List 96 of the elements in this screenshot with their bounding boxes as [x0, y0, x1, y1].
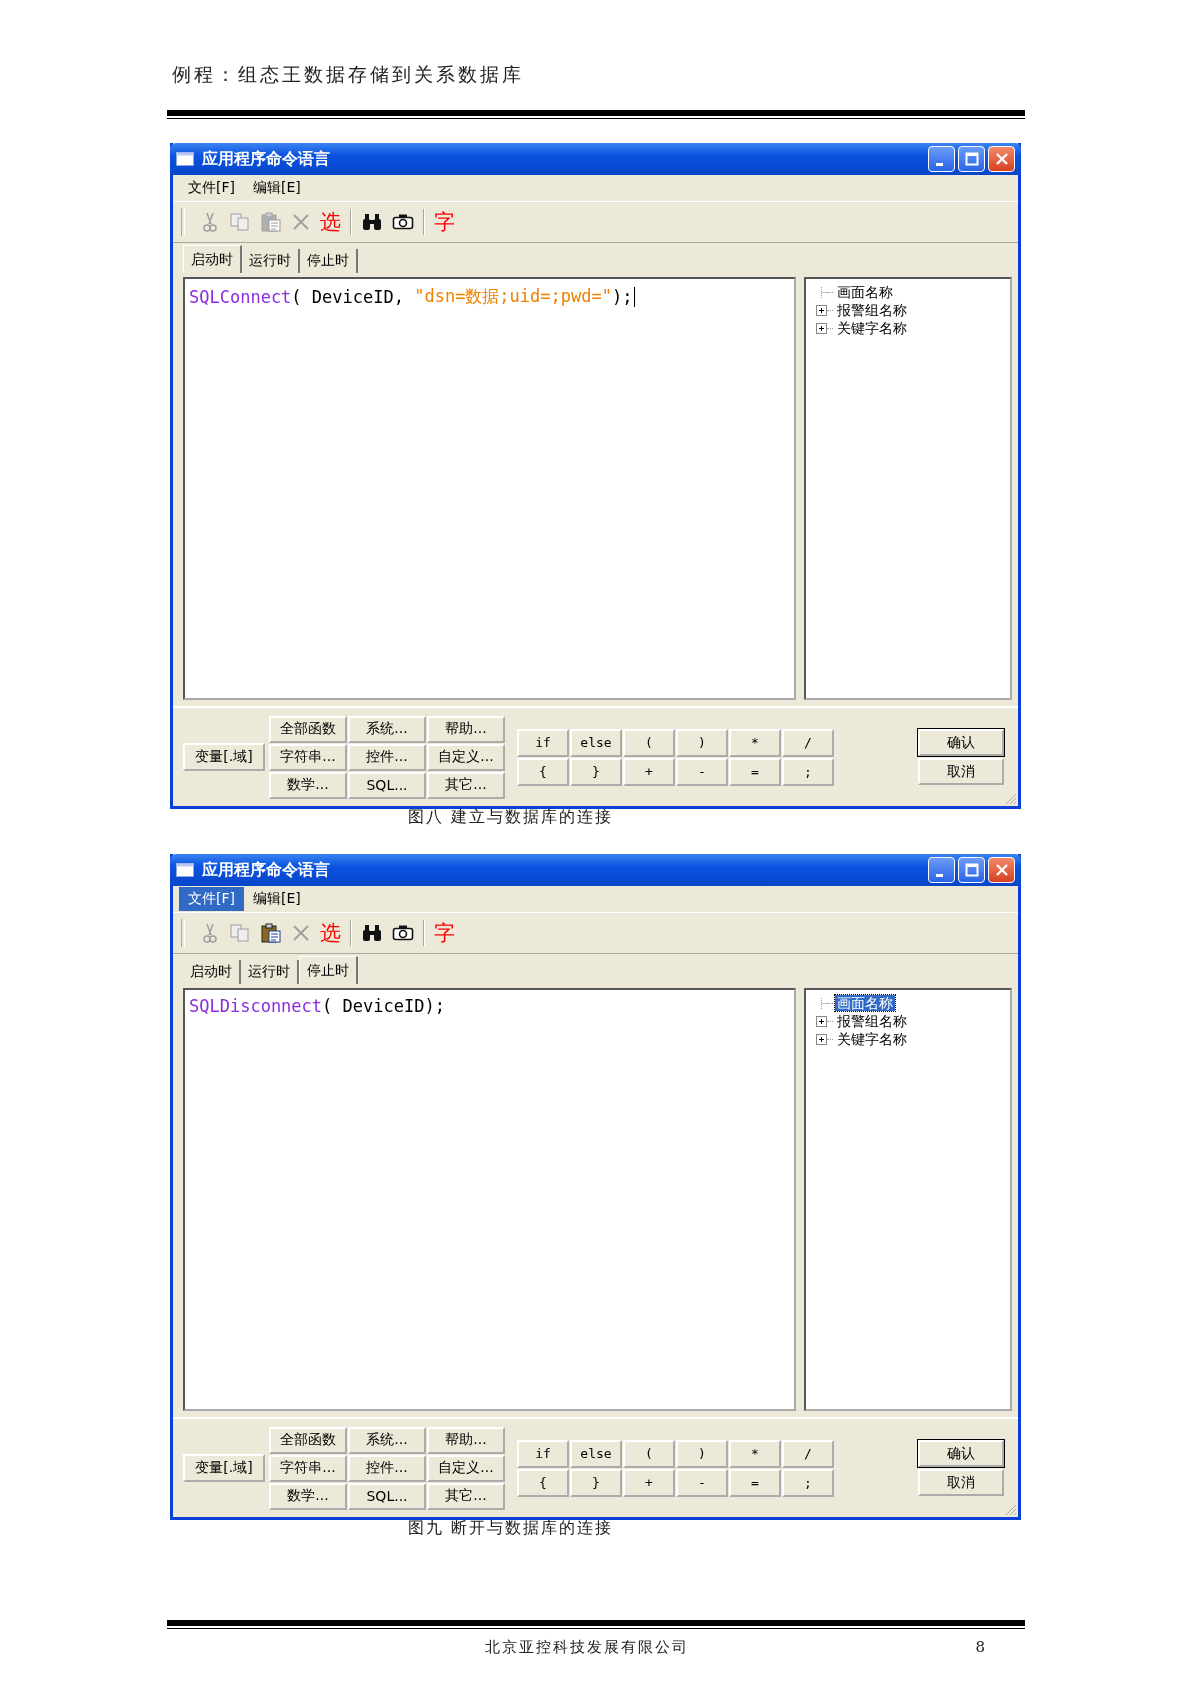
code-editor[interactable]: SQLDisconnect( DeviceID);: [183, 988, 796, 1411]
close-icon: [994, 152, 1009, 166]
tab[interactable]: 启动时: [183, 245, 242, 273]
minimize-icon: [936, 873, 943, 877]
minimize-button[interactable]: [928, 857, 955, 883]
operator-button[interactable]: =: [729, 1468, 781, 1497]
figure-caption: 图九 断开与数据库的连接: [408, 1518, 615, 1538]
tree-item[interactable]: 画面名称: [835, 995, 895, 1011]
tree-item[interactable]: 关键字名称: [835, 320, 909, 336]
code-editor[interactable]: SQLConnect( DeviceID, "dsn=数据;uid=;pwd=");: [183, 277, 796, 700]
operator-button[interactable]: (: [623, 1439, 675, 1468]
operator-button[interactable]: else: [570, 1439, 622, 1468]
function-button[interactable]: SQL...: [348, 771, 426, 799]
window-title: 应用程序命令语言: [202, 859, 330, 881]
resize-grip-icon[interactable]: [1005, 793, 1017, 805]
document-header: 例程：组态王数据存储到关系数据库: [172, 62, 525, 87]
tree-item[interactable]: 关键字名称: [835, 1031, 909, 1047]
maximize-icon: [964, 152, 979, 166]
function-button[interactable]: 其它...: [427, 1482, 505, 1510]
operator-button[interactable]: +: [623, 1468, 675, 1497]
expand-icon[interactable]: [816, 304, 827, 316]
binoculars-icon[interactable]: [361, 923, 383, 943]
binoculars-icon[interactable]: [361, 212, 383, 232]
operator-button[interactable]: *: [729, 1439, 781, 1468]
function-button[interactable]: 控件...: [348, 1454, 426, 1482]
function-button[interactable]: 数学...: [269, 1482, 347, 1510]
menu-item[interactable]: 编辑[E]: [244, 176, 310, 200]
function-button[interactable]: 帮助...: [427, 715, 505, 743]
dialog-button[interactable]: 确认: [918, 729, 1004, 756]
maximize-button[interactable]: [958, 857, 985, 883]
footer-text: 北京亚控科技发展有限公司: [485, 1638, 689, 1657]
menu-item[interactable]: 编辑[E]: [244, 887, 310, 911]
dialog-button[interactable]: 取消: [918, 758, 1004, 785]
function-button[interactable]: 系统...: [348, 715, 426, 743]
tab[interactable]: 停止时: [299, 956, 358, 984]
operator-button[interactable]: if: [517, 1439, 569, 1468]
dialog-button[interactable]: 确认: [918, 1440, 1004, 1467]
expand-icon[interactable]: [816, 1015, 827, 1027]
camera-icon[interactable]: [392, 213, 414, 231]
close-button[interactable]: [988, 857, 1015, 883]
function-button[interactable]: 全部函数: [269, 715, 347, 743]
operator-button[interactable]: ): [676, 728, 728, 757]
resize-grip-icon[interactable]: [1005, 1504, 1017, 1516]
window-icon: [176, 152, 194, 166]
function-button[interactable]: SQL...: [348, 1482, 426, 1510]
clipboard-icon[interactable]: [260, 922, 282, 944]
figure-caption: 图八 建立与数据库的连接: [408, 807, 615, 827]
window-title: 应用程序命令语言: [202, 148, 330, 170]
tree-item[interactable]: 画面名称: [835, 284, 895, 300]
minimize-button[interactable]: [928, 146, 955, 172]
operator-button[interactable]: ;: [782, 757, 834, 786]
operator-button[interactable]: =: [729, 757, 781, 786]
variable-button[interactable]: 变量[.域]: [183, 743, 265, 771]
tree-item[interactable]: 报警组名称: [835, 302, 909, 318]
minimize-icon: [936, 162, 943, 166]
dialog-button[interactable]: 取消: [918, 1469, 1004, 1496]
function-button[interactable]: 字符串...: [269, 1454, 347, 1482]
operator-button[interactable]: (: [623, 728, 675, 757]
function-button[interactable]: 字符串...: [269, 743, 347, 771]
menu-item[interactable]: 文件[F]: [179, 887, 244, 911]
close-button[interactable]: [988, 146, 1015, 172]
operator-button[interactable]: /: [782, 728, 834, 757]
menu-item[interactable]: 文件[F]: [179, 176, 244, 200]
operator-button[interactable]: *: [729, 728, 781, 757]
operator-button[interactable]: +: [623, 757, 675, 786]
code-line: SQLConnect( DeviceID, "dsn=数据;uid=;pwd=");: [189, 285, 790, 308]
function-button[interactable]: 系统...: [348, 1426, 426, 1454]
expand-icon[interactable]: [816, 322, 827, 334]
function-button[interactable]: 全部函数: [269, 1426, 347, 1454]
maximize-icon: [964, 863, 979, 877]
page-number: 8: [975, 1638, 985, 1657]
function-button[interactable]: 数学...: [269, 771, 347, 799]
function-button[interactable]: 自定义...: [427, 743, 505, 771]
operator-button[interactable]: }: [570, 1468, 622, 1497]
operator-button[interactable]: ): [676, 1439, 728, 1468]
operator-button[interactable]: /: [782, 1439, 834, 1468]
function-button[interactable]: 帮助...: [427, 1426, 505, 1454]
operator-button[interactable]: ;: [782, 1468, 834, 1497]
operator-button[interactable]: -: [676, 1468, 728, 1497]
operator-button[interactable]: if: [517, 728, 569, 757]
function-button[interactable]: 自定义...: [427, 1454, 505, 1482]
camera-icon[interactable]: [392, 924, 414, 942]
expand-icon[interactable]: [816, 1033, 827, 1045]
tree-item[interactable]: 报警组名称: [835, 1013, 909, 1029]
operator-button[interactable]: }: [570, 757, 622, 786]
operator-button[interactable]: {: [517, 1468, 569, 1497]
operator-button[interactable]: {: [517, 757, 569, 786]
operator-button[interactable]: else: [570, 728, 622, 757]
maximize-button[interactable]: [958, 146, 985, 172]
window-icon: [176, 863, 194, 877]
operator-button[interactable]: -: [676, 757, 728, 786]
function-button[interactable]: 控件...: [348, 743, 426, 771]
function-button[interactable]: 其它...: [427, 771, 505, 799]
variable-button[interactable]: 变量[.域]: [183, 1454, 265, 1482]
code-line: SQLDisconnect( DeviceID);: [189, 996, 446, 1016]
close-icon: [994, 863, 1009, 877]
